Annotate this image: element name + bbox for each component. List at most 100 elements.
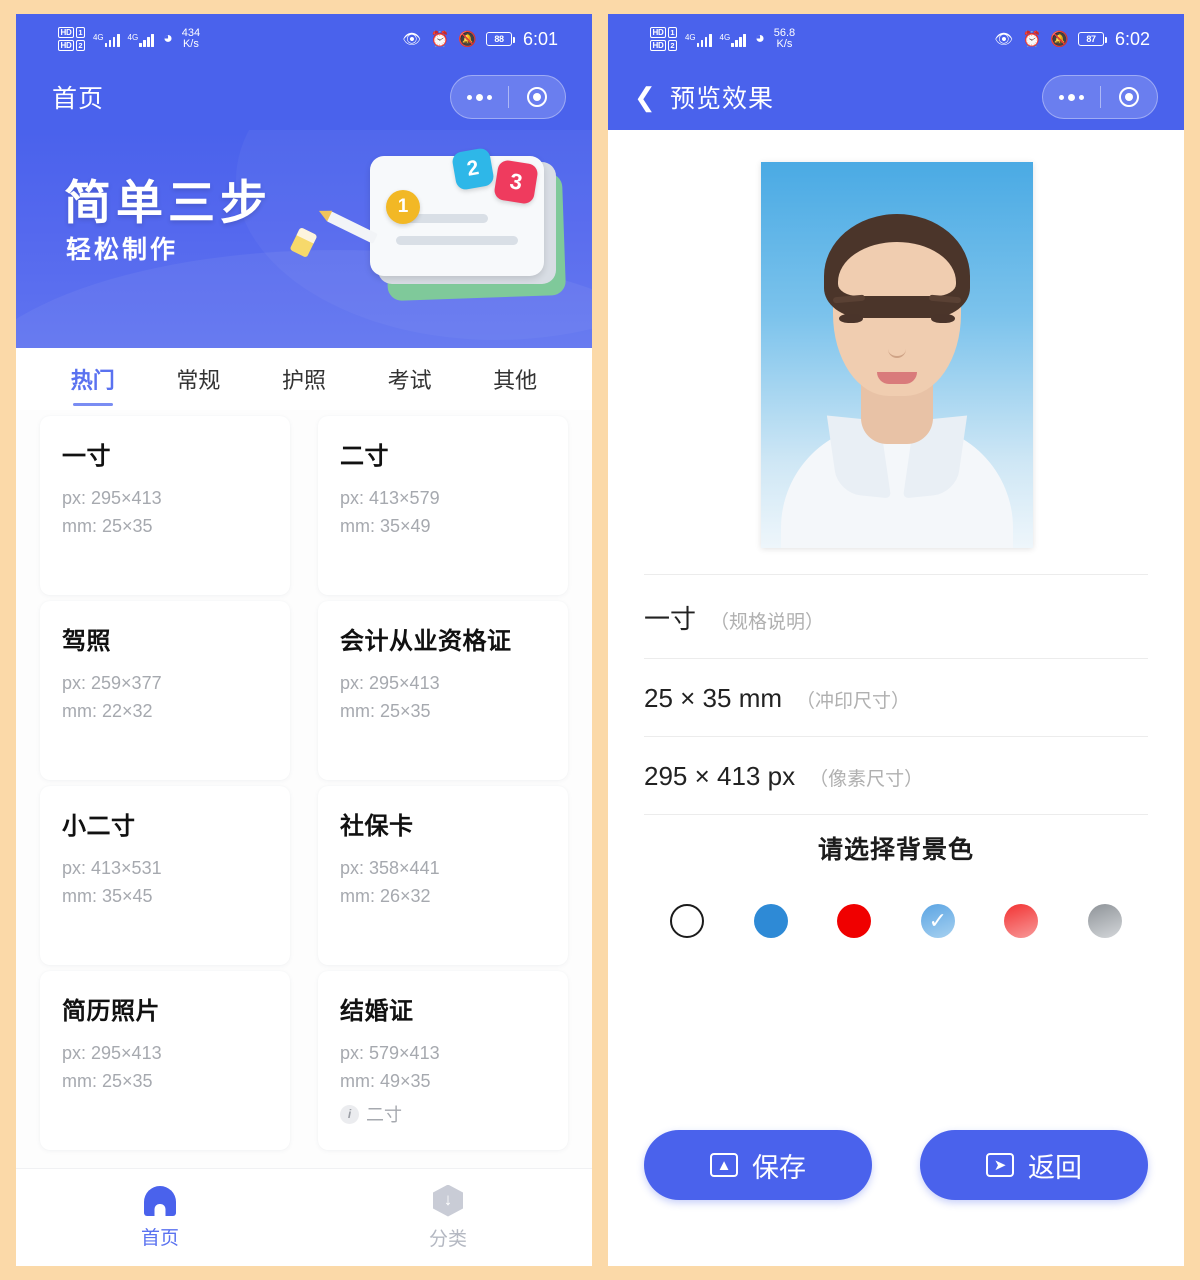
close-miniprogram-button[interactable] [509,76,566,118]
category-tab-bar: 热门 常规 护照 考试 其他 [16,348,592,410]
more-dots-icon [466,93,492,101]
step-badge-2: 2 [450,146,496,192]
size-card-px: px: 413×531 [62,858,162,878]
category-tab-label: 考试 [387,368,432,393]
back-button[interactable]: ➤ 返回 [920,1130,1148,1200]
status-bar-left-group: HD 1 HD 2 4G 4G ◕ 434 K/s [58,27,200,51]
size-card-px: px: 295×413 [340,673,440,693]
bottom-nav-bar: 首页 分类 [16,1168,592,1266]
chevron-left-icon[interactable]: ❮ [634,84,656,110]
category-tab-4[interactable]: 其他 [462,348,568,410]
size-card-title: 驾照 [62,628,111,655]
nav-bar-right: ❮ 预览效果 [608,64,1184,130]
category-tab-2[interactable]: 护照 [251,348,357,410]
signal-bars-icon-1-r [696,32,712,47]
photo-eye-left [839,314,863,323]
sim-number-1: 1 [75,27,85,38]
wifi-icon: ◕ [163,30,173,47]
swatch-blue-gradient[interactable]: ✓ [920,904,955,938]
category-tab-3[interactable]: 考试 [357,348,463,410]
alarm-clock-icon: ⏰ [430,30,450,48]
size-card-mm: mm: 25×35 [62,1071,153,1091]
size-card-mm: mm: 25×35 [340,701,431,721]
network-type-2: 4G [127,32,139,42]
category-tab-0[interactable]: 热门 [40,348,146,410]
save-button-label: 保存 [752,1152,806,1183]
illustration-line-2 [396,236,518,245]
miniprogram-capsule-right[interactable] [1042,75,1158,119]
hd-label-2-r: HD [650,40,666,51]
size-card-title: 简历照片 [62,998,160,1025]
signal-group-1-r: 4G [685,32,712,47]
spec-info-note: （规格说明） [710,612,825,633]
swatch-gray-gradient[interactable] [1087,904,1122,938]
image-icon: ▲ [710,1153,738,1177]
promo-banner[interactable]: 简单三步 轻松制作 1 2 3 [16,130,592,348]
spec-info-row: 一寸 （规格说明） [644,574,1148,659]
network-speed-unit-r: K/s [776,38,793,50]
bell-muted-icon-r: 🔕 [1050,30,1069,48]
check-icon: ✓ [928,908,947,933]
background-swatch-row: ✓ [644,904,1148,938]
spec-info-value: 295 × 413 px [644,761,796,791]
hd-label-1-r: HD [650,27,666,38]
size-card[interactable]: 驾照 px: 259×377 mm: 22×32 [40,601,290,780]
size-card-mm: mm: 26×32 [340,886,431,906]
clock-time-r: 6:02 [1114,28,1150,49]
swatch-red-solid[interactable] [837,904,872,938]
miniprogram-capsule-left[interactable] [450,75,566,119]
status-bar-left: HD 1 HD 2 4G 4G ◕ 434 K/s 👁 ⏰ 🔕 88 6:01 [16,14,592,64]
size-card-px: px: 295×413 [62,488,162,508]
battery-indicator: 88 [485,32,515,46]
eye-icon: 👁 [402,30,422,48]
action-button-row: ▲ 保存 ➤ 返回 [644,1130,1148,1200]
clock-time: 6:01 [522,28,558,49]
status-bar-left-group-2: HD 1 HD 2 4G 4G ◕ 56.8 K/s [650,27,795,51]
swatch-blue-solid[interactable] [753,904,788,938]
swatch-white[interactable] [670,904,704,938]
category-tab-label: 其他 [493,368,538,393]
bottom-nav-label-home: 首页 [140,1227,179,1249]
signal-bars-icon-1 [104,32,120,47]
id-photo-preview [761,162,1033,548]
size-card-scroll-area[interactable]: 一寸 px: 295×413 mm: 25×35 二寸 px: 413×579 mm: 3… [16,410,592,1192]
status-bar-right-group: 👁 ⏰ 🔕 88 6:01 [403,29,558,50]
screenshot-root: HD 1 HD 2 4G 4G ◕ 434 K/s 👁 ⏰ 🔕 88 6:01 … [0,0,1200,1280]
size-card[interactable]: 会计从业资格证 px: 295×413 mm: 25×35 [318,601,568,780]
spec-info-row: 295 × 413 px （像素尺寸） [644,737,1148,815]
category-icon [433,1184,463,1217]
spec-info-row: 25 × 35 mm （冲印尺寸） [644,659,1148,737]
size-card[interactable]: 社保卡 px: 358×441 mm: 26×32 [318,786,568,965]
size-card[interactable]: 一寸 px: 295×413 mm: 25×35 [40,416,290,595]
spec-info-note: （像素尺寸） [809,769,924,790]
size-card[interactable]: 简历照片 px: 295×413 mm: 25×35 [40,971,290,1150]
size-card-mm: mm: 35×45 [62,886,153,906]
swatch-red-gradient[interactable] [1004,904,1039,938]
bell-muted-icon: 🔕 [458,30,477,48]
size-card[interactable]: 结婚证 px: 579×413 mm: 49×35 i 二寸 [318,971,568,1150]
network-type-2-r: 4G [719,32,731,42]
bottom-nav-item-home[interactable]: 首页 [16,1185,304,1250]
spec-info-value: 一寸 [644,604,697,634]
network-type-1: 4G [92,32,104,42]
network-speed-unit: K/s [182,38,199,50]
hd-label-1: HD [58,27,74,38]
signal-group-1: 4G [93,32,120,47]
preview-content: 一寸 （规格说明） 25 × 35 mm （冲印尺寸） 295 × 413 px （像素尺… [608,130,1184,1266]
more-menu-button[interactable] [451,76,508,118]
signal-group-2: 4G [128,32,155,47]
bottom-nav-item-category[interactable]: 分类 [304,1184,592,1251]
sim-number-2: 2 [75,40,85,51]
target-circle-icon-r [1118,87,1139,107]
size-card[interactable]: 二寸 px: 413×579 mm: 35×49 [318,416,568,595]
size-card[interactable]: 小二寸 px: 413×531 mm: 35×45 [40,786,290,965]
more-menu-button-r[interactable] [1043,76,1100,118]
bottom-nav-label-category: 分类 [428,1228,467,1250]
size-card-mm: mm: 22×32 [62,701,153,721]
close-miniprogram-button-r[interactable] [1101,76,1158,118]
category-tab-1[interactable]: 常规 [146,348,252,410]
sim-number-1-r: 1 [667,27,677,38]
info-icon: i [340,1104,359,1124]
signal-group-2-r: 4G [720,32,747,47]
save-button[interactable]: ▲ 保存 [644,1130,872,1200]
